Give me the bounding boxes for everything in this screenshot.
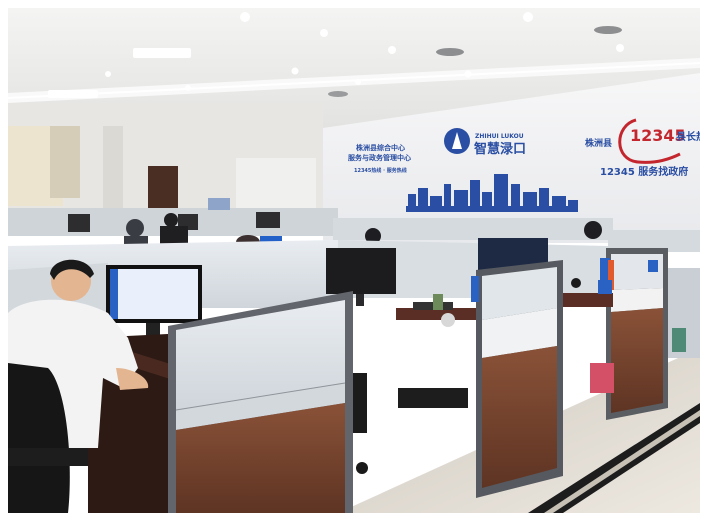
front-partition-right: [476, 260, 563, 498]
ceiling-vent: [436, 48, 464, 56]
logo-title: 智慧渌口: [474, 141, 526, 157]
hotline-prefix: 株洲县: [585, 137, 612, 149]
wall-logo: ZHIHUI LUKOU 智慧渌口: [444, 128, 526, 157]
wall-sign-line1: 株洲县综合中心: [356, 143, 405, 152]
hotline-slogan: 12345 服务找政府: [600, 165, 688, 178]
ceiling-light-panel: [133, 48, 191, 58]
wall-sign-line3: 12345热线 · 服务热线: [354, 167, 407, 174]
front-partition-center: [168, 291, 353, 513]
middle-chair: [353, 373, 468, 474]
ceiling-vent: [328, 91, 348, 97]
monitor-screen: [110, 269, 198, 319]
hotline-suffix: 县长热线: [676, 130, 700, 143]
wall-sign-line2: 服务与政务管理中心: [348, 153, 411, 162]
logo-pinyin: ZHIHUI LUKOU: [475, 133, 524, 140]
ceiling-light-panel: [48, 90, 98, 98]
monitor: [326, 248, 396, 294]
wall-sign-left-block: 株洲县综合中心 服务与政务管理中心 12345热线 · 服务热线: [348, 143, 411, 174]
front-partition-far-right: [600, 248, 668, 420]
ceiling-vent: [594, 26, 622, 34]
office-photo: 株洲县综合中心 服务与政务管理中心 12345热线 · 服务热线 ZHIHUI …: [8, 8, 700, 513]
